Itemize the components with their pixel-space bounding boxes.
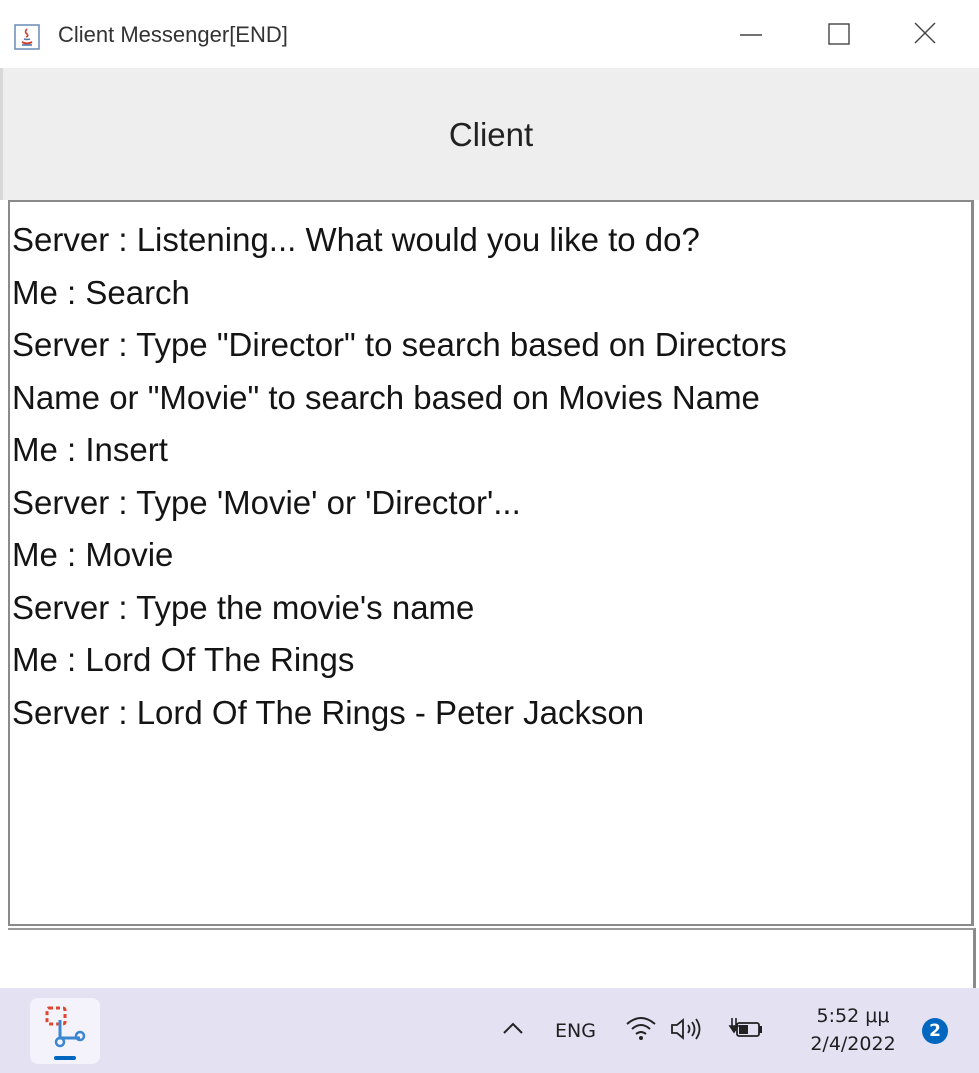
- java-app-icon: [14, 24, 40, 50]
- taskbar-clock[interactable]: 5:52 μμ 2/4/2022: [798, 1002, 908, 1058]
- active-app-indicator: [54, 1056, 76, 1060]
- close-button[interactable]: [905, 12, 951, 58]
- battery-charging-icon: [728, 1018, 762, 1037]
- client-header-panel: Client: [0, 68, 979, 200]
- volume-icon: [671, 1018, 701, 1040]
- window-titlebar[interactable]: Client Messenger[END]: [0, 0, 979, 70]
- chat-line: Name or "Movie" to search based on Movie…: [12, 378, 760, 416]
- chat-line: Server : Type the movie's name: [12, 588, 475, 626]
- chat-line: Server : Lord Of The Rings - Peter Jacks…: [12, 693, 645, 731]
- client-title-label: Client: [448, 116, 534, 153]
- message-input-container: [8, 928, 976, 988]
- wifi-icon: [626, 1017, 656, 1040]
- tray-overflow-button[interactable]: [500, 1018, 526, 1038]
- language-indicator[interactable]: ENG: [555, 1020, 596, 1042]
- battery-button[interactable]: [728, 1014, 768, 1049]
- taskbar: ENG 5:52 μμ 2/4/2022 2: [0, 988, 979, 1073]
- chat-line: Server : Listening... What would you lik…: [12, 221, 700, 258]
- message-input[interactable]: [14, 938, 958, 980]
- minimize-button[interactable]: [730, 12, 776, 58]
- chat-lines: Server : Listening... What would you lik…: [12, 214, 787, 739]
- chevron-up-icon: [503, 1022, 523, 1034]
- chat-line: Me : Lord Of The Rings: [12, 641, 355, 678]
- chat-transcript-area[interactable]: Server : Listening... What would you lik…: [8, 200, 974, 926]
- chat-line: Me : Search: [12, 273, 190, 311]
- minimize-icon: [740, 34, 762, 36]
- notification-badge[interactable]: 2: [922, 1018, 948, 1044]
- taskbar-snipping-tool-button[interactable]: [30, 998, 100, 1064]
- chat-line: Server : Type 'Movie' or 'Director'...: [12, 483, 521, 521]
- wifi-button[interactable]: [624, 1014, 658, 1049]
- chat-line: Me : Movie: [12, 536, 174, 573]
- clock-date: 2/4/2022: [810, 1033, 896, 1055]
- chat-line: Server : Type "Director" to search based…: [12, 326, 787, 363]
- maximize-button[interactable]: [819, 12, 865, 58]
- close-icon: [914, 22, 936, 44]
- volume-button[interactable]: [668, 1014, 704, 1049]
- clock-time: 5:52 μμ: [816, 1005, 890, 1027]
- snipping-tool-icon: [45, 1006, 86, 1048]
- chat-line: Me : Insert: [12, 431, 168, 468]
- window-title: Client Messenger[END]: [58, 22, 288, 47]
- maximize-icon: [828, 23, 850, 45]
